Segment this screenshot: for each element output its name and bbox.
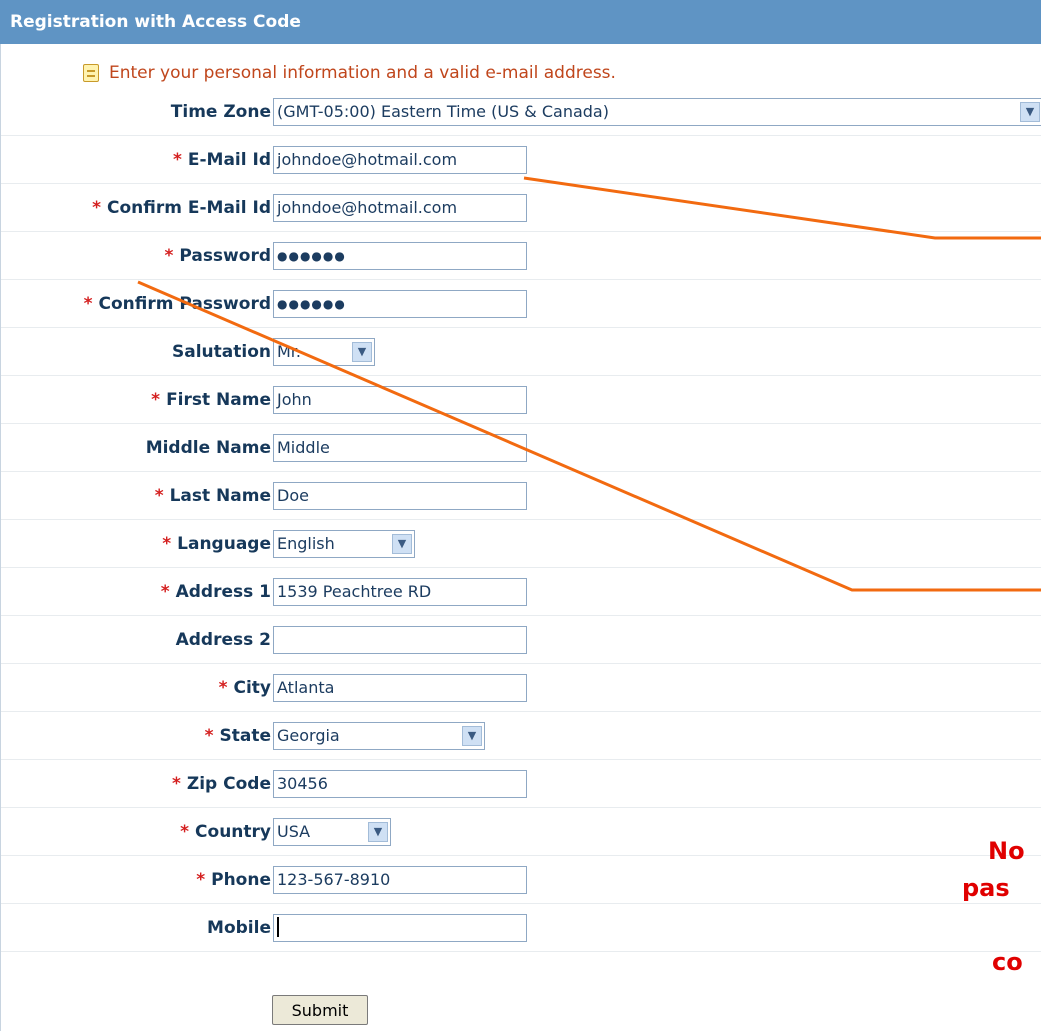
chevron-down-icon[interactable]: ▼ — [368, 822, 388, 842]
last-name-field[interactable]: Doe — [273, 482, 527, 510]
first-name-field[interactable]: John — [273, 386, 527, 414]
email-label: * E-Mail Id — [172, 150, 271, 170]
zip-code-field[interactable]: 30456 — [273, 770, 527, 798]
row-phone: * Phone 123-567-8910 — [1, 856, 1041, 904]
row-salutation: Salutation Mr. ▼ — [1, 328, 1041, 376]
middle-name-label: Middle Name — [145, 438, 271, 458]
address-2-field[interactable] — [273, 626, 527, 654]
address-1-field[interactable]: 1539 Peachtree RD — [273, 578, 527, 606]
instruction-line: Enter your personal information and a va… — [83, 58, 616, 88]
chevron-down-icon[interactable]: ▼ — [462, 726, 482, 746]
row-address-1: * Address 1 1539 Peachtree RD — [1, 568, 1041, 616]
time-zone-select[interactable]: (GMT-05:00) Eastern Time (US & Canada) ▼ — [273, 98, 1041, 126]
row-last-name: * Last Name Doe — [1, 472, 1041, 520]
row-password: * Password ●●●●●● — [1, 232, 1041, 280]
submit-button[interactable]: Submit — [272, 995, 368, 1025]
row-first-name: * First Name John — [1, 376, 1041, 424]
address-1-label: * Address 1 — [160, 582, 271, 602]
form-header: Registration with Access Code — [0, 0, 1041, 44]
first-name-label: * First Name — [151, 390, 271, 410]
row-mobile: Mobile — [1, 904, 1041, 952]
row-zip-code: * Zip Code 30456 — [1, 760, 1041, 808]
country-label: * Country — [180, 822, 271, 842]
time-zone-label: Time Zone — [170, 102, 271, 122]
form-title: Registration with Access Code — [10, 12, 301, 32]
confirm-password-label: * Confirm Password — [83, 294, 271, 314]
callout-line-1: No — [988, 837, 1025, 865]
email-field[interactable]: johndoe@hotmail.com — [273, 146, 527, 174]
row-country: * Country USA ▼ — [1, 808, 1041, 856]
state-label: * State — [204, 726, 271, 746]
callout-line-4: co — [992, 948, 1023, 976]
phone-field[interactable]: 123-567-8910 — [273, 866, 527, 894]
confirm-email-field[interactable]: johndoe@hotmail.com — [273, 194, 527, 222]
salutation-select[interactable]: Mr. ▼ — [273, 338, 375, 366]
phone-label: * Phone — [196, 870, 271, 890]
middle-name-field[interactable]: Middle — [273, 434, 527, 462]
salutation-label: Salutation — [172, 342, 271, 362]
row-city: * City Atlanta — [1, 664, 1041, 712]
last-name-label: * Last Name — [154, 486, 271, 506]
callout-line-2: pas — [962, 874, 1010, 902]
confirm-email-label: * Confirm E-Mail Id — [92, 198, 271, 218]
text-cursor — [277, 917, 279, 937]
row-time-zone: Time Zone (GMT-05:00) Eastern Time (US &… — [1, 88, 1041, 136]
city-field[interactable]: Atlanta — [273, 674, 527, 702]
row-state: * State Georgia ▼ — [1, 712, 1041, 760]
row-confirm-email: * Confirm E-Mail Id johndoe@hotmail.com — [1, 184, 1041, 232]
address-2-label: Address 2 — [175, 630, 271, 650]
country-select[interactable]: USA ▼ — [273, 818, 391, 846]
chevron-down-icon[interactable]: ▼ — [352, 342, 372, 362]
zip-code-label: * Zip Code — [172, 774, 271, 794]
confirm-password-field[interactable]: ●●●●●● — [273, 290, 527, 318]
password-field[interactable]: ●●●●●● — [273, 242, 527, 270]
row-address-2: Address 2 — [1, 616, 1041, 664]
row-language: * Language English ▼ — [1, 520, 1041, 568]
city-label: * City — [218, 678, 271, 698]
state-select[interactable]: Georgia ▼ — [273, 722, 485, 750]
password-label: * Password — [164, 246, 271, 266]
row-email: * E-Mail Id johndoe@hotmail.com — [1, 136, 1041, 184]
row-confirm-password: * Confirm Password ●●●●●● — [1, 280, 1041, 328]
instruction-text: Enter your personal information and a va… — [109, 63, 616, 83]
chevron-down-icon[interactable]: ▼ — [1020, 102, 1040, 122]
chevron-down-icon[interactable]: ▼ — [392, 534, 412, 554]
row-middle-name: Middle Name Middle — [1, 424, 1041, 472]
mobile-label: Mobile — [207, 918, 271, 938]
mobile-field[interactable] — [273, 914, 527, 942]
note-icon — [83, 64, 99, 82]
language-label: * Language — [162, 534, 271, 554]
language-select[interactable]: English ▼ — [273, 530, 415, 558]
